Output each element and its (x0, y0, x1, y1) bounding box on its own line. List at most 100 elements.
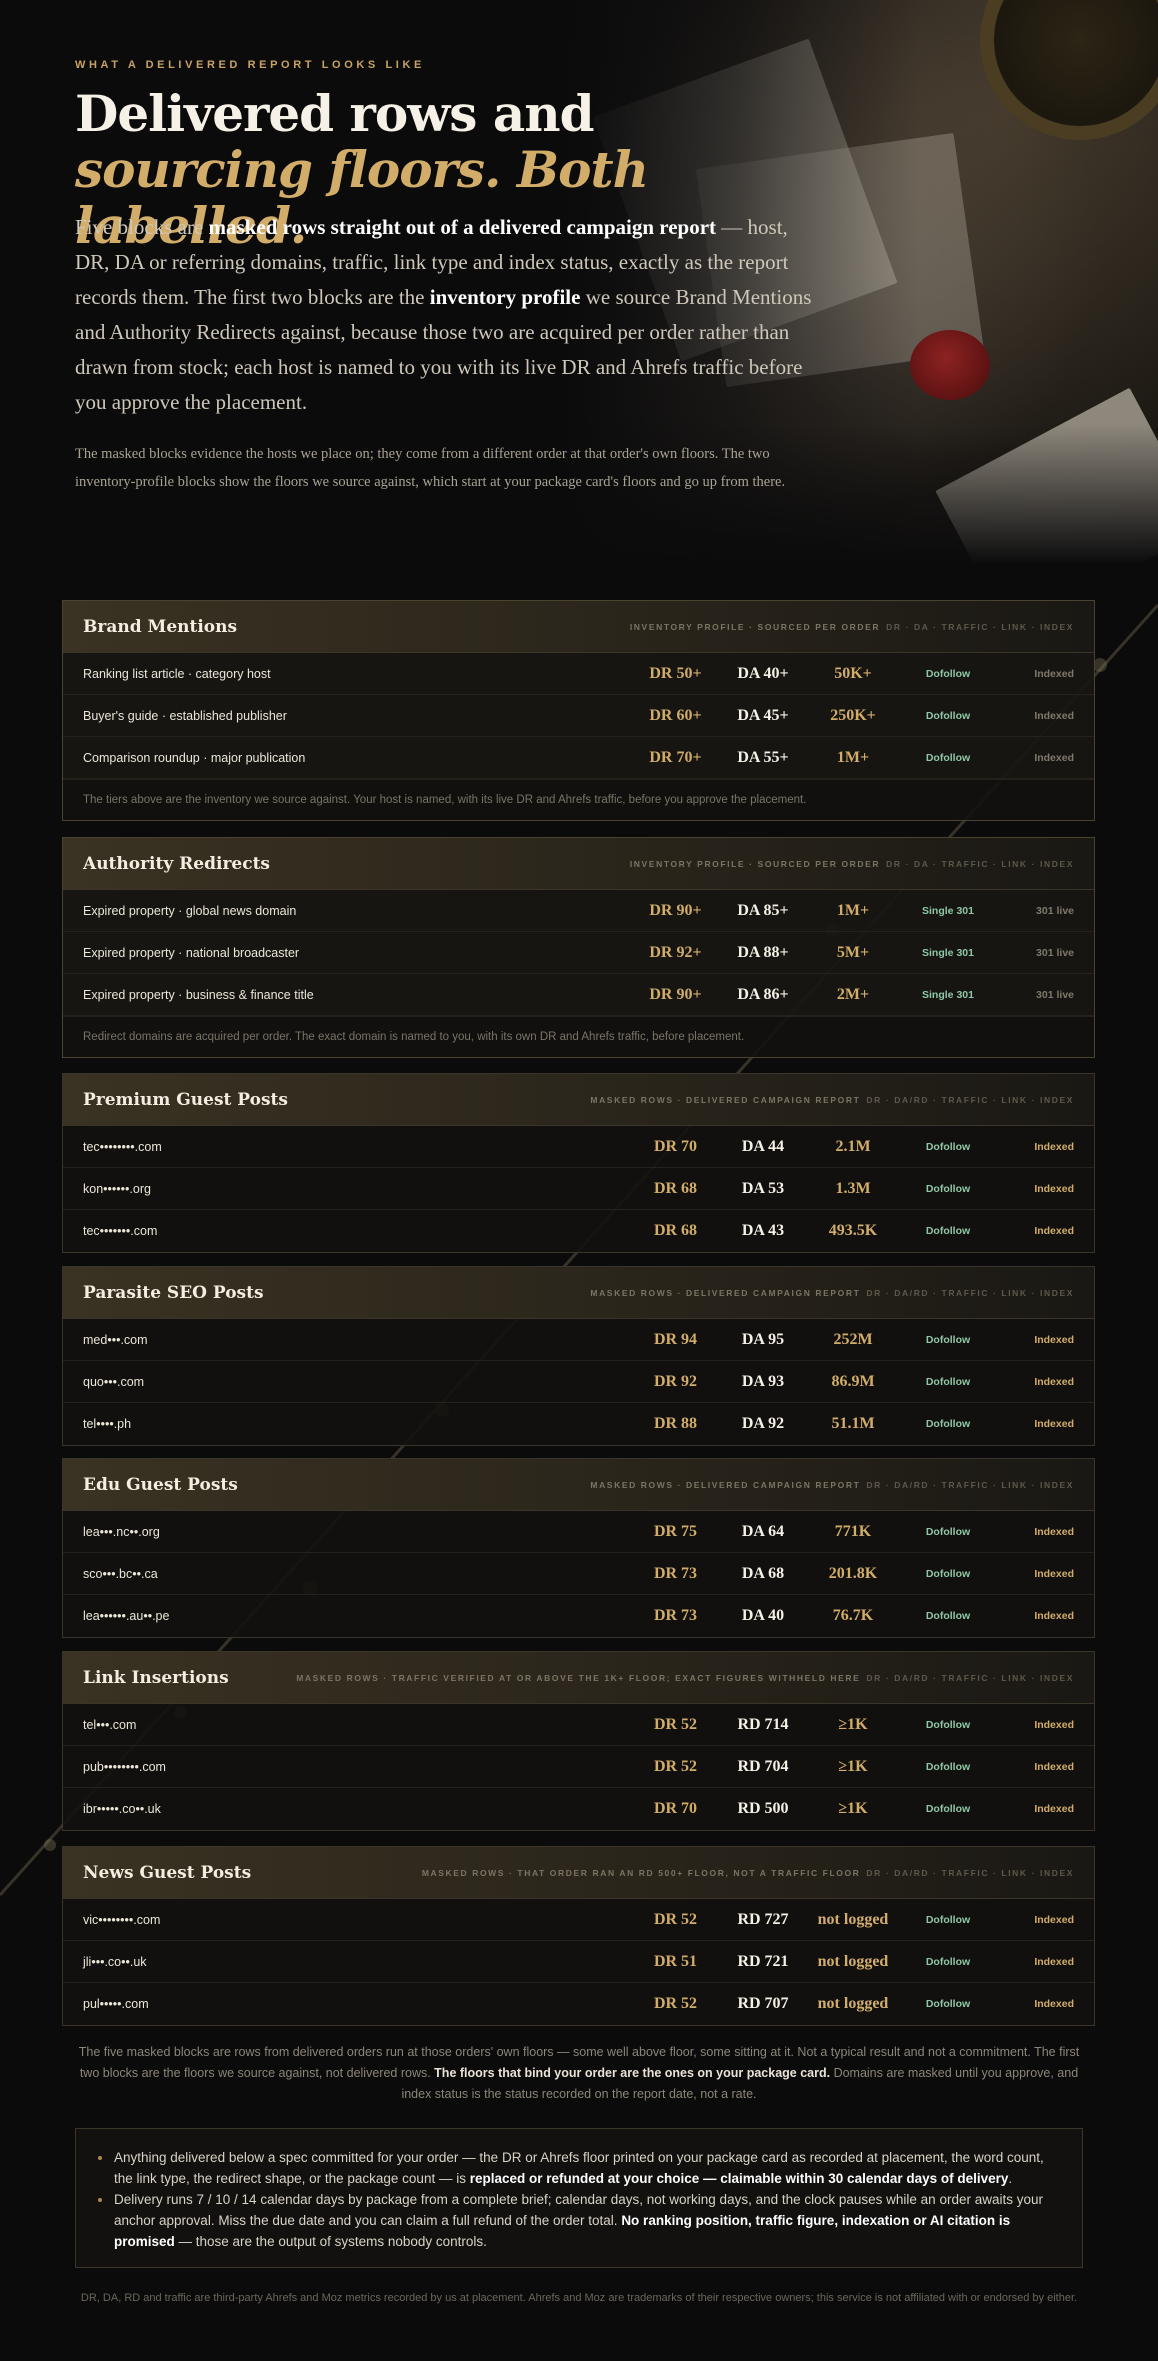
row-index-status: Indexed (1034, 1375, 1074, 1388)
row-dr: DR 60+ (649, 706, 702, 724)
row-dr: DR 50+ (649, 664, 702, 682)
table-row: jli•••.co••.uk DR 51 RD 721 not logged Dofol… (63, 1941, 1094, 1983)
row-link-type: Dofollow (925, 1375, 971, 1388)
row-link-type: Dofollow (925, 1418, 971, 1430)
table-row: tel•••.com DR 52 RD 714 ≥1K Dofollow Indexed (63, 1704, 1094, 1746)
row-traffic: 252M (833, 1330, 873, 1348)
row-dr: DR 52 (653, 1715, 698, 1733)
table-row: ibr•••••.co••.uk DR 70 RD 500 ≥1K Dofollow In… (63, 1788, 1094, 1830)
row-host: jli•••.co••.uk (83, 1954, 147, 1969)
row-link-type: Dofollow (925, 1718, 971, 1731)
row-da-rd: RD 714 (737, 1715, 789, 1733)
table-row: tel••••.ph DR 88 DA 92 51.1M Dofollow Indexed (63, 1403, 1094, 1445)
guarantee-item-replacement: Anything delivered below a spec committe… (98, 2147, 1052, 2189)
lead-text: Five blocks are (75, 215, 209, 239)
row-host: lea•••.nc••.org (83, 1524, 160, 1539)
row-link-type: Dofollow (925, 1803, 971, 1815)
row-index-status: Indexed (1034, 1333, 1074, 1346)
block-title: Brand Mentions (83, 616, 238, 637)
row-link-type: Dofollow (925, 1140, 971, 1153)
block-title: News Guest Posts (83, 1862, 252, 1883)
block-title: Authority Redirects (83, 853, 270, 874)
block-meta-label: MASKED ROWS · DELIVERED CAMPAIGN REPORT (590, 1287, 861, 1298)
block-title: Premium Guest Posts (83, 1089, 288, 1110)
block-meta: MASKED ROWS · TRAFFIC VERIFIED AT OR ABO… (296, 1673, 1074, 1683)
block-meta-label: INVENTORY PROFILE · SOURCED PER ORDER (629, 621, 881, 632)
row-index-status: 301 live (1036, 946, 1074, 959)
row-da-rd: DA 86+ (737, 985, 789, 1003)
lead-paragraph: Five blocks are masked rows straight out… (75, 210, 815, 420)
block-meta-columns: DR · DA · TRAFFIC · LINK · INDEX (886, 858, 1074, 869)
row-dr: DR 90+ (649, 985, 702, 1003)
row-traffic: 1M+ (836, 901, 870, 919)
block-header: Authority Redirects INVENTORY PROFILE · S… (63, 838, 1094, 890)
row-traffic: 86.9M (831, 1372, 875, 1390)
row-dr: DR 73 (653, 1564, 698, 1582)
table-row: lea••••••.au••.pe DR 73 DA 40 76.7K Dofollow… (63, 1595, 1094, 1637)
row-dr: DR 70+ (649, 748, 702, 766)
block-title: Edu Guest Posts (83, 1474, 238, 1495)
row-da-rd: DA 55+ (737, 748, 789, 766)
block-meta-label: MASKED ROWS · TRAFFIC VERIFIED AT OR ABO… (296, 1672, 861, 1683)
block-meta: MASKED ROWS · DELIVERED CAMPAIGN REPORT D… (590, 1480, 1074, 1490)
row-host: Buyer's guide · established publisher (83, 708, 287, 723)
lead-emphasis: masked rows straight out of a delivered … (208, 215, 717, 239)
row-link-type: Dofollow (925, 1567, 971, 1580)
row-link-type: Dofollow (925, 1610, 971, 1622)
row-index-status: Indexed (1034, 709, 1074, 722)
table-row: pul•••••.com DR 52 RD 707 not logged Dofollo… (63, 1983, 1094, 2025)
row-host: Ranking list article · category host (83, 666, 271, 681)
table-row: lea•••.nc••.org DR 75 DA 64 771K Dofollow Ind… (63, 1511, 1094, 1553)
block-meta-columns: DR · DA/RD · TRAFFIC · LINK · INDEX (866, 1479, 1074, 1490)
row-traffic: 5M+ (836, 943, 870, 961)
row-link-type: Dofollow (925, 751, 971, 764)
block-title: Parasite SEO Posts (83, 1282, 264, 1303)
guarantee-text: — those are the output of systems nobody… (174, 2234, 487, 2249)
table-row: kon••••••.org DR 68 DA 53 1.3M Dofollow Index… (63, 1168, 1094, 1210)
row-da-rd: DA 92 (741, 1415, 785, 1432)
sub-paragraph: The masked blocks evidence the hosts we … (75, 446, 786, 490)
row-dr: DR 88 (653, 1415, 698, 1432)
closing-note: The five masked blocks are rows from del… (70, 2042, 1088, 2105)
row-index-status: Indexed (1034, 1225, 1074, 1237)
row-index-status: Indexed (1034, 1525, 1074, 1538)
row-da-rd: RD 707 (737, 1995, 789, 2012)
row-index-status: Indexed (1034, 1718, 1074, 1731)
table-row: tec••••••••.com DR 70 DA 44 2.1M Dofollow Ind… (63, 1126, 1094, 1168)
row-host: sco•••.bc••.ca (83, 1566, 158, 1581)
block-meta: INVENTORY PROFILE · SOURCED PER ORDER DR … (630, 859, 1074, 869)
row-da-rd: DA 43 (741, 1222, 785, 1239)
row-da-rd: DA 53 (741, 1179, 785, 1197)
row-host: kon••••••.org (83, 1181, 151, 1196)
row-host: tel••••.ph (83, 1417, 132, 1431)
guarantee-box: Anything delivered below a spec committe… (75, 2128, 1083, 2268)
row-host: ibr•••••.co••.uk (83, 1802, 161, 1816)
report-block-brand-mentions: Brand Mentions INVENTORY PROFILE · SOURCE… (62, 600, 1095, 821)
row-da-rd: DA 93 (741, 1372, 785, 1390)
row-host: lea••••••.au••.pe (83, 1609, 170, 1623)
row-link-type: Dofollow (925, 1955, 971, 1968)
closing-emphasis: The floors that bind your order are the … (434, 2066, 831, 2080)
row-dr: DR 52 (653, 1757, 698, 1775)
row-traffic: not logged (817, 1910, 889, 1928)
row-index-status: Indexed (1034, 1567, 1074, 1580)
row-dr: DR 92+ (649, 943, 702, 961)
row-index-status: Indexed (1034, 1140, 1074, 1153)
table-row: Expired property · business & finance ti… (63, 974, 1094, 1016)
row-index-status: 301 live (1036, 988, 1074, 1001)
table-row: pub••••••••.com DR 52 RD 704 ≥1K Dofollow Ind… (63, 1746, 1094, 1788)
row-dr: DR 70 (653, 1137, 698, 1155)
guarantee-emphasis: replaced or refunded at your choice — cl… (469, 2171, 1009, 2186)
row-dr: DR 92 (653, 1372, 698, 1390)
row-link-type: Dofollow (925, 1333, 971, 1346)
row-host: Comparison roundup · major publication (83, 750, 306, 765)
row-link-type: Dofollow (925, 1182, 971, 1195)
row-link-type: Dofollow (925, 709, 971, 722)
row-host: Expired property · national broadcaster (83, 945, 300, 960)
row-dr: DR 94 (653, 1330, 698, 1348)
row-dr: DR 68 (653, 1179, 698, 1197)
block-header: Link Insertions MASKED ROWS · TRAFFIC VER… (63, 1652, 1094, 1704)
row-link-type: Dofollow (925, 1225, 971, 1237)
row-link-type: Dofollow (925, 1998, 971, 2010)
row-host: tel•••.com (83, 1717, 137, 1732)
